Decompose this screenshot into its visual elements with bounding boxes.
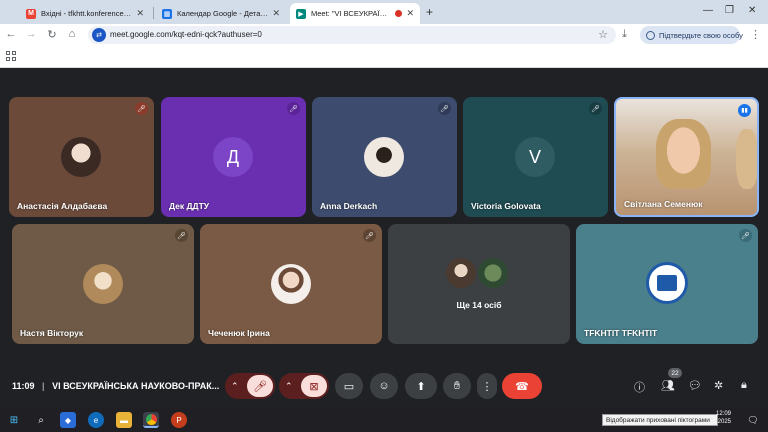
raise-hand-button[interactable]: ✋︎ bbox=[443, 373, 471, 399]
mic-off-icon: 🎤︎ bbox=[589, 102, 602, 115]
participants-count-badge: 22 bbox=[668, 368, 682, 378]
chevron-up-icon[interactable]: ⌃ bbox=[231, 381, 239, 392]
speaker-video bbox=[736, 129, 757, 189]
college-logo-icon bbox=[646, 262, 688, 304]
site-info-icon[interactable]: ⇄ bbox=[92, 28, 106, 42]
mic-off-icon: 🎤︎ bbox=[175, 229, 188, 242]
participant-tile[interactable]: 🎤︎ Анастасія Алдабаєва bbox=[9, 97, 154, 217]
close-icon[interactable]: ✕ bbox=[406, 8, 414, 19]
bookmark-star-icon[interactable]: ☆ bbox=[598, 28, 608, 41]
chrome-icon[interactable] bbox=[143, 412, 159, 428]
gmail-icon: M bbox=[26, 8, 36, 19]
mic-off-icon: 🎤︎ bbox=[438, 102, 451, 115]
download-icon[interactable]: ⤓ bbox=[622, 28, 627, 41]
present-icon: ⬆ bbox=[416, 380, 426, 393]
new-tab-button[interactable]: + bbox=[426, 5, 433, 19]
avatar bbox=[61, 137, 101, 177]
system-clock[interactable]: 12:09 .2025 bbox=[716, 410, 731, 426]
mic-control[interactable]: ⌃ 🎤︎ bbox=[225, 373, 275, 399]
tab-gmail[interactable]: M Вхідні - tfkhtt.konference22@g ✕ bbox=[20, 3, 150, 24]
present-button[interactable]: ⬆ bbox=[405, 373, 437, 399]
reactions-button[interactable]: ☺ bbox=[370, 373, 398, 399]
camera-control[interactable]: ⌃ ⊠ bbox=[279, 373, 329, 399]
address-bar[interactable]: ⇄ meet.google.com/kqt-edni-qck?authuser=… bbox=[88, 26, 616, 44]
close-icon[interactable]: ✕ bbox=[136, 8, 144, 19]
more-options-button[interactable]: ⋮ bbox=[477, 373, 497, 399]
more-participants-tile[interactable]: Ще 14 осіб bbox=[388, 224, 570, 344]
mic-off-icon: 🎤︎ bbox=[135, 102, 148, 115]
leave-call-button[interactable]: ☎ bbox=[502, 373, 542, 399]
avatar bbox=[444, 256, 478, 290]
chat-icon[interactable]: 💬︎ bbox=[688, 379, 702, 392]
maximize-icon[interactable]: ❐ bbox=[725, 5, 734, 16]
avatar bbox=[83, 264, 123, 304]
meeting-info: 11:09 | VI ВСЕУКРАЇНСЬКА НАУКОВО-ПРАК... bbox=[12, 381, 220, 391]
minimize-icon[interactable]: — bbox=[703, 5, 713, 16]
tooltip: Відображати приховані піктограми bbox=[602, 414, 718, 426]
mic-off-icon: 🎤︎ bbox=[363, 229, 376, 242]
people-icon[interactable]: 👥︎ bbox=[661, 379, 675, 392]
info-icon[interactable]: ⓘ bbox=[634, 379, 645, 395]
avatar: Д bbox=[213, 137, 253, 177]
mic-off-icon: 🎤︎ bbox=[739, 229, 752, 242]
verify-identity-button[interactable]: Підтвердьте свою особу bbox=[640, 26, 743, 44]
tab-meet[interactable]: ▶ Meet: "VI ВСЕУКРАЇНСЬКА ✕ bbox=[290, 3, 420, 24]
browser-chrome: M Вхідні - tfkhtt.konference22@g ✕ ▦ Кал… bbox=[0, 0, 768, 68]
participant-tile[interactable]: 🎤︎ TFKHTIT TFKHTIT bbox=[576, 224, 758, 344]
recording-icon bbox=[395, 10, 403, 17]
bookmarks-bar bbox=[0, 46, 768, 68]
back-icon[interactable]: ← bbox=[4, 28, 18, 40]
participant-tile[interactable]: V 🎤︎ Victoria Golovata bbox=[463, 97, 608, 217]
search-icon[interactable]: ⌕ bbox=[33, 412, 49, 428]
participant-tile[interactable]: 🎤︎ Anna Derkach bbox=[312, 97, 457, 217]
meeting-title: VI ВСЕУКРАЇНСЬКА НАУКОВО-ПРАК... bbox=[52, 381, 220, 391]
activities-icon[interactable]: ✲ bbox=[714, 379, 723, 392]
participant-video-tile[interactable]: ▮▮ Світлана Семенюк bbox=[614, 97, 759, 217]
speaking-indicator-icon: ▮▮ bbox=[738, 104, 751, 117]
meet-controls: 11:09 | VI ВСЕУКРАЇНСЬКА НАУКОВО-ПРАК...… bbox=[0, 363, 768, 408]
edge-icon[interactable]: e bbox=[88, 412, 104, 428]
speaker-video bbox=[656, 119, 711, 189]
participant-tile[interactable]: Д 🎤︎ Дек ДДТУ bbox=[161, 97, 306, 217]
apps-icon[interactable] bbox=[6, 51, 16, 61]
avatar bbox=[364, 137, 404, 177]
file-explorer-icon[interactable]: ▬ bbox=[116, 412, 132, 428]
meeting-time: 11:09 bbox=[12, 381, 35, 391]
calendar-icon: ▦ bbox=[162, 8, 172, 19]
profile-icon bbox=[646, 30, 655, 40]
meet-stage: 🎤︎ Анастасія Алдабаєва Д 🎤︎ Дек ДДТУ 🎤︎ … bbox=[0, 68, 768, 408]
home-icon[interactable]: ⌂ bbox=[65, 28, 79, 40]
avatar bbox=[271, 264, 311, 304]
chevron-up-icon[interactable]: ⌃ bbox=[285, 381, 293, 392]
tab-divider bbox=[153, 7, 154, 19]
tab-calendar[interactable]: ▦ Календар Google - Деталі под ✕ bbox=[156, 3, 286, 24]
meet-icon: ▶ bbox=[296, 8, 306, 19]
participant-tile[interactable]: 🎤︎ Чеченюк Ірина bbox=[200, 224, 382, 344]
hangup-icon: ☎ bbox=[515, 380, 529, 393]
reload-icon[interactable]: ↻ bbox=[45, 28, 59, 41]
close-icon[interactable]: ✕ bbox=[272, 8, 280, 19]
close-window-icon[interactable]: ✕ bbox=[748, 5, 756, 16]
avatar: V bbox=[515, 137, 555, 177]
mic-off-icon[interactable]: 🎤︎ bbox=[247, 375, 273, 397]
emoji-icon: ☺ bbox=[378, 380, 390, 392]
captions-button[interactable]: ▭ bbox=[335, 373, 363, 399]
more-vert-icon: ⋮ bbox=[481, 380, 493, 393]
url-text: meet.google.com/kqt-edni-qck?authuser=0 bbox=[110, 30, 262, 39]
camera-off-icon[interactable]: ⊠ bbox=[301, 375, 327, 397]
forward-icon[interactable]: → bbox=[24, 28, 38, 40]
notifications-icon[interactable]: 🗨︎ bbox=[745, 412, 761, 428]
avatar bbox=[476, 256, 510, 290]
menu-icon[interactable]: ⋮ bbox=[750, 28, 761, 41]
widgets-icon[interactable]: ◆ bbox=[60, 412, 76, 428]
college-logo-icon bbox=[657, 275, 677, 291]
participant-tile[interactable]: 🎤︎ Настя Вікторук bbox=[12, 224, 194, 344]
hand-icon: ✋︎ bbox=[453, 379, 461, 392]
host-controls-icon[interactable]: 🔒︎ bbox=[741, 379, 747, 392]
mic-off-icon: 🎤︎ bbox=[287, 102, 300, 115]
windows-start-icon[interactable]: ⊞ bbox=[6, 412, 22, 428]
captions-icon: ▭ bbox=[343, 380, 355, 393]
powerpoint-icon[interactable]: P bbox=[171, 412, 187, 428]
